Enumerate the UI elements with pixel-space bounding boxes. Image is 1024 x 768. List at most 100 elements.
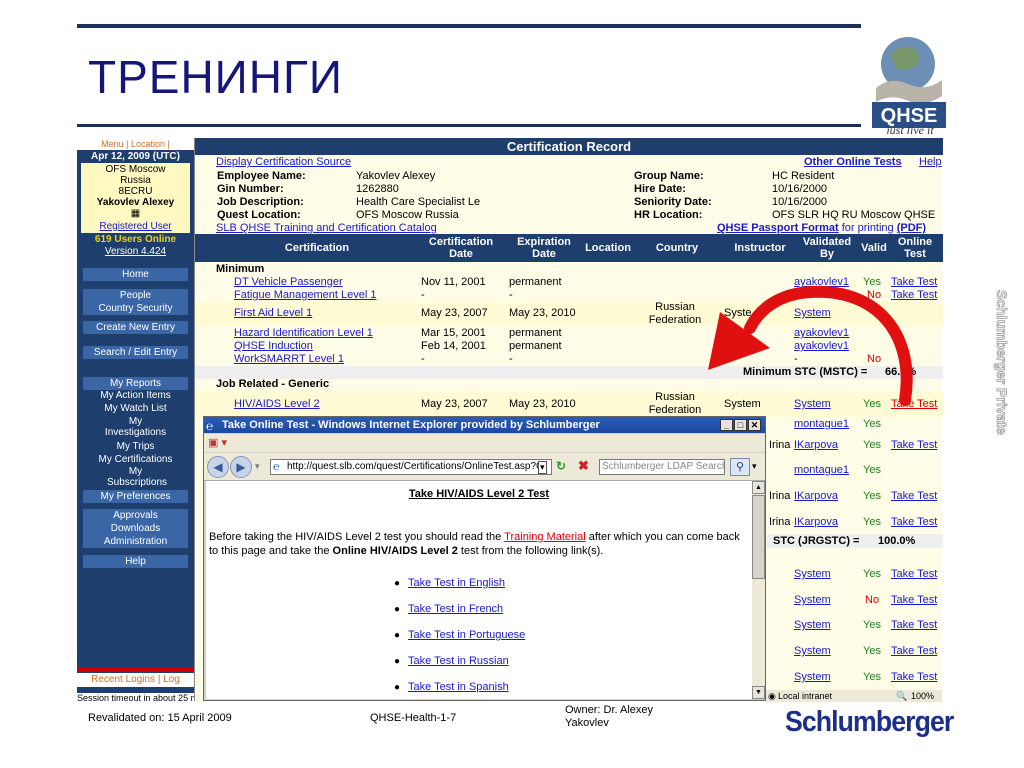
browser-status-bar: ◉ Local intranet 🔍 100% <box>766 690 942 702</box>
ldap-search-input[interactable]: Schlumberger LDAP Search <box>599 459 725 475</box>
validator-link[interactable]: System <box>794 645 831 658</box>
sidebar-date: Apr 12, 2009 (UTC) <box>91 151 180 162</box>
validator-link[interactable]: IKarpova <box>794 490 838 503</box>
take-test-link[interactable]: Take Test <box>891 671 937 684</box>
nav-home[interactable]: Home <box>83 268 188 281</box>
validator-link[interactable]: System <box>794 619 831 632</box>
take-test-english-link[interactable]: ● Take Test in English <box>394 577 506 589</box>
nav-people[interactable]: People <box>83 289 188 302</box>
training-material-link[interactable]: Training Material <box>504 531 586 543</box>
take-test-link[interactable]: Take Test <box>891 645 937 658</box>
nav-help[interactable]: Help <box>83 555 188 568</box>
minimize-button[interactable]: _ <box>720 419 733 431</box>
nav-administration[interactable]: Administration <box>83 535 188 548</box>
user-name: Yakovlev Alexey <box>96 197 175 208</box>
registered-user-link[interactable]: Registered User <box>81 221 190 233</box>
back-button[interactable]: ◀ <box>207 456 229 478</box>
nav-my-action-items[interactable]: My Action Items <box>77 390 194 401</box>
validator-link[interactable]: IKarpova <box>794 439 838 452</box>
nav-my-watch-list[interactable]: My Watch List <box>77 403 194 414</box>
instructor: Irina <box>769 516 791 528</box>
maximize-button[interactable]: □ <box>734 419 747 431</box>
search-options-icon[interactable]: ▾ <box>752 461 757 472</box>
slide-title-rule <box>77 124 861 127</box>
qhse-logo: QHSE just live it <box>870 26 948 137</box>
nav-my-certifications[interactable]: My Certifications <box>77 454 194 465</box>
quest-location-value: OFS Moscow Russia <box>356 209 459 221</box>
cert-name-link[interactable]: WorkSMARRT Level 1 <box>234 353 344 366</box>
pdf-link[interactable]: (PDF) <box>897 222 926 234</box>
page-icon[interactable]: ▣ ▾ <box>208 436 227 449</box>
take-test-russian-link[interactable]: ● Take Test in Russian <box>394 655 509 667</box>
link-label: Take Test in English <box>408 577 506 589</box>
nav-my-subscriptions[interactable]: My Subscriptions <box>77 466 194 488</box>
scroll-down-icon[interactable]: ▼ <box>752 686 765 699</box>
forward-button[interactable]: ▶ <box>230 456 252 478</box>
nav-country-security[interactable]: Country Security <box>83 302 188 315</box>
users-online: 619 Users Online <box>94 234 177 245</box>
cert-name-link[interactable]: DT Vehicle Passenger <box>234 276 343 289</box>
passport-link[interactable]: QHSE Passport Format <box>717 222 839 234</box>
recent-logins-link[interactable]: Recent Logins | Log <box>77 673 194 687</box>
stop-icon[interactable]: ✖ <box>578 458 589 474</box>
search-icon[interactable]: ⚲ <box>730 458 750 476</box>
take-test-link[interactable]: Take Test <box>891 619 937 632</box>
private-watermark-text: Schlumberger Private <box>994 290 1010 435</box>
link-label: Take Test in Spanish <box>408 681 509 693</box>
other-online-tests-link[interactable]: Other Online Tests <box>804 156 902 169</box>
col-country: Country <box>655 242 699 254</box>
id-card-icon[interactable]: ▦ <box>81 208 190 219</box>
cert-date: Nov 11, 2001 <box>421 276 486 288</box>
take-test-link[interactable]: Take Test <box>891 568 937 581</box>
popup-scrollbar[interactable]: ▲ ▼ <box>752 481 765 699</box>
nav-search-edit-entry[interactable]: Search / Edit Entry <box>83 346 188 359</box>
validator-link[interactable]: IKarpova <box>794 516 838 529</box>
history-dropdown-icon[interactable]: ▾ <box>255 461 260 472</box>
take-test-french-link[interactable]: ● Take Test in French <box>394 603 503 615</box>
display-source-link[interactable]: Display Certification Source <box>216 156 351 169</box>
cert-name-link[interactable]: Hazard Identification Level 1 <box>234 327 373 340</box>
bullet-icon: ● <box>394 578 401 589</box>
take-test-link[interactable]: Take Test <box>891 490 937 503</box>
help-link[interactable]: Help <box>919 156 942 169</box>
zoom-level[interactable]: 100% <box>911 690 934 702</box>
validator-link[interactable]: montague1 <box>794 464 849 477</box>
scroll-thumb[interactable] <box>752 495 765 579</box>
take-test-link[interactable]: Take Test <box>891 516 937 529</box>
nav-approvals[interactable]: Approvals <box>83 509 188 522</box>
for-printing-text: for printing <box>838 222 897 234</box>
url-field[interactable]: ℮ http://quest.slb.com/quest/Certificati… <box>270 459 552 475</box>
cert-name-link[interactable]: First Aid Level 1 <box>234 307 312 320</box>
take-test-portuguese-link[interactable]: ● Take Test in Portuguese <box>394 629 525 641</box>
refresh-icon[interactable]: ↻ <box>556 459 566 473</box>
url-dropdown-icon[interactable]: ▾ <box>538 461 547 474</box>
nav-my-investigations[interactable]: My Investigations <box>77 416 194 438</box>
footer-revalidated: Revalidated on: 15 April 2009 <box>88 712 232 724</box>
cert-name-link[interactable]: HIV/AIDS Level 2 <box>234 398 320 411</box>
nav-my-preferences[interactable]: My Preferences <box>83 490 188 503</box>
nav-create-new-entry[interactable]: Create New Entry <box>83 321 188 334</box>
close-button[interactable]: ✕ <box>748 419 761 431</box>
validator-link[interactable]: System <box>794 594 831 607</box>
take-test-link[interactable]: Take Test <box>891 594 937 607</box>
cert-name-link[interactable]: Fatigue Management Level 1 <box>234 289 376 302</box>
nav-my-trips[interactable]: My Trips <box>77 441 194 452</box>
private-watermark: Schlumberger Private <box>984 250 1024 450</box>
version-link[interactable]: Version 4.424 <box>77 246 194 257</box>
seniority-value: 10/16/2000 <box>772 196 828 208</box>
validator-link[interactable]: System <box>794 671 831 684</box>
take-test-spanish-link[interactable]: ● Take Test in Spanish <box>394 681 509 693</box>
nav-downloads[interactable]: Downloads <box>83 522 188 535</box>
zoom-icon[interactable]: 🔍 <box>896 690 907 702</box>
valid-status: Yes <box>863 418 881 430</box>
validator-link[interactable]: System <box>794 568 831 581</box>
take-test-link[interactable]: Take Test <box>891 439 937 452</box>
cert-name-link[interactable]: QHSE Induction <box>234 340 313 353</box>
window-title-bar[interactable]: ℮ Take Online Test - Windows Internet Ex… <box>204 417 765 433</box>
validator-link[interactable]: montague1 <box>794 418 849 431</box>
sidebar-top-menu[interactable]: Menu | Location | <box>77 138 194 150</box>
scroll-up-icon[interactable]: ▲ <box>752 481 765 494</box>
nav-my-reports[interactable]: My Reports <box>83 377 188 390</box>
group-minimum: Minimum <box>216 263 265 275</box>
address-bar: ◀ ▶ ▾ ℮ http://quest.slb.com/quest/Certi… <box>204 453 765 481</box>
